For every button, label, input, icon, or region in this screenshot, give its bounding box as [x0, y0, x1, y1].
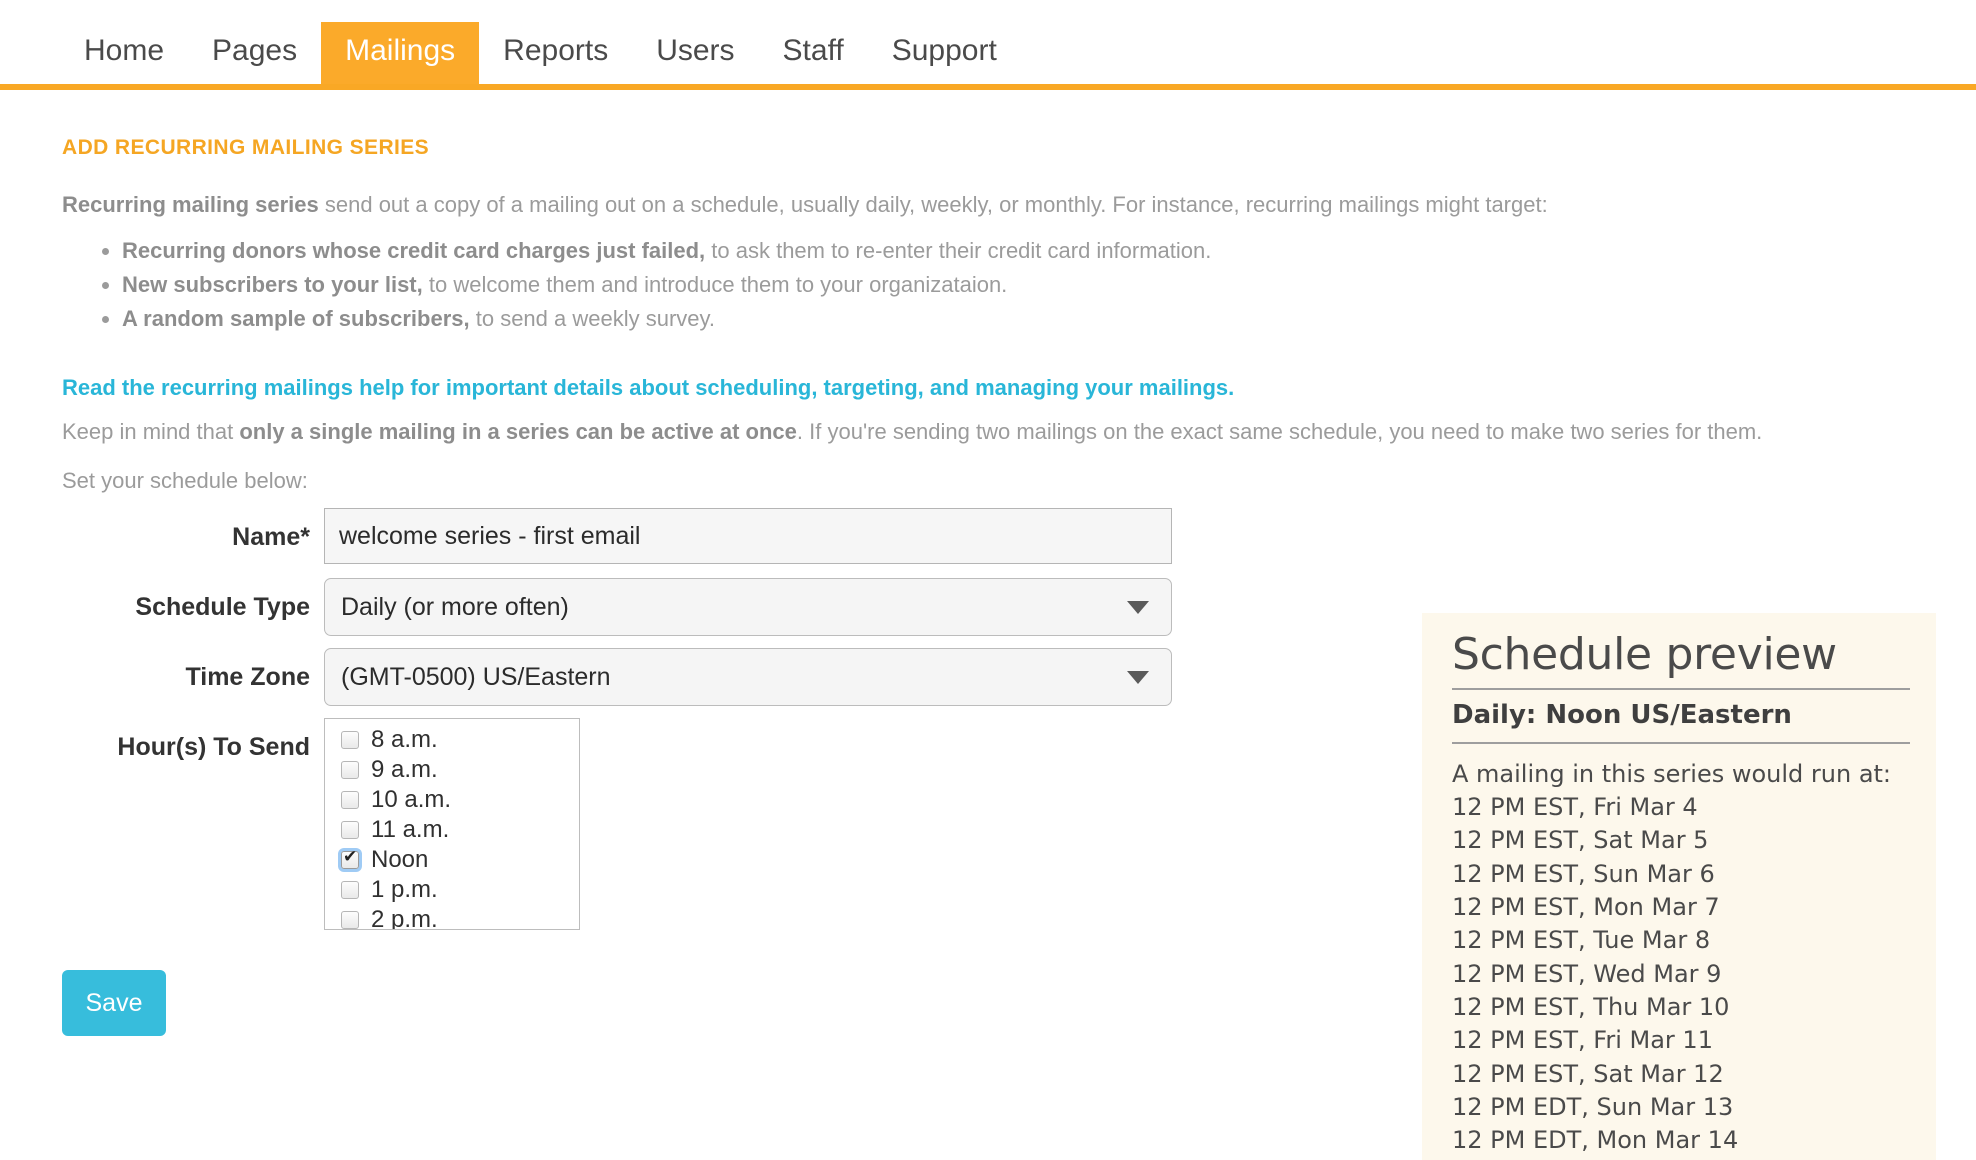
save-button[interactable]: Save: [62, 970, 166, 1036]
target-examples-list: Recurring donors whose credit card charg…: [62, 234, 1872, 336]
nav-item-mailings[interactable]: Mailings: [321, 22, 479, 84]
hour-option[interactable]: 10 a.m.: [325, 785, 579, 815]
form-row-time-zone: Time Zone (GMT-0500) US/Eastern: [62, 648, 1172, 706]
single-mailing-note: Keep in mind that only a single mailing …: [62, 417, 1862, 447]
checkbox-icon[interactable]: [341, 791, 359, 809]
schedule-preview-title: Schedule preview: [1452, 627, 1910, 690]
hour-option[interactable]: 1 p.m.: [325, 875, 579, 905]
name-label: Name*: [62, 508, 324, 566]
nav-item-reports[interactable]: Reports: [479, 22, 632, 84]
hour-option[interactable]: 8 a.m.: [325, 725, 579, 755]
list-item-rest: to send a weekly survey.: [470, 306, 715, 331]
list-item: A random sample of subscribers, to send …: [122, 302, 1872, 336]
scheduled-run-item: 12 PM EDT, Mon Mar 14: [1452, 1126, 1910, 1154]
name-input[interactable]: [324, 508, 1172, 564]
list-item: Recurring donors whose credit card charg…: [122, 234, 1872, 268]
form-row-schedule-type: Schedule Type Daily (or more often): [62, 578, 1172, 636]
scheduled-run-item: 12 PM EST, Tue Mar 8: [1452, 926, 1910, 954]
scheduled-run-item: 12 PM EST, Sat Mar 5: [1452, 826, 1910, 854]
top-navigation-bar: HomePagesMailingsReportsUsersStaffSuppor…: [0, 0, 1976, 90]
chevron-down-icon: [1127, 671, 1149, 684]
hour-option-label: 1 p.m.: [371, 878, 438, 902]
nav-item-staff[interactable]: Staff: [759, 22, 868, 84]
form-row-hours: Hour(s) To Send 8 a.m. 9 a.m. 10 a.m. 11 a.…: [62, 718, 1172, 930]
schedule-summary: Daily: Noon US/Eastern: [1452, 690, 1910, 744]
list-item-rest: to welcome them and introduce them to yo…: [423, 272, 1008, 297]
list-item-strong: Recurring donors whose credit card charg…: [122, 238, 705, 263]
intro-rest: send out a copy of a mailing out on a sc…: [319, 192, 1548, 217]
note-suffix: . If you're sending two mailings on the …: [797, 419, 1762, 444]
nav-item-support[interactable]: Support: [868, 22, 1021, 84]
hour-option-label: 2 p.m.: [371, 908, 438, 930]
page-title: ADD RECURRING MAILING SERIES: [62, 136, 1872, 160]
hours-to-send-label: Hour(s) To Send: [62, 718, 324, 776]
checkbox-icon[interactable]: [341, 731, 359, 749]
scheduled-run-item: 12 PM EST, Mon Mar 7: [1452, 893, 1910, 921]
nav-item-pages[interactable]: Pages: [188, 22, 321, 84]
checkbox-icon[interactable]: [341, 821, 359, 839]
hour-option[interactable]: 11 a.m.: [325, 815, 579, 845]
hour-option-label: 11 a.m.: [371, 818, 449, 842]
hours-to-send-listbox[interactable]: 8 a.m. 9 a.m. 10 a.m. 11 a.m. Noon 1 p.m. 2 p.…: [324, 718, 580, 930]
checkbox-icon[interactable]: [341, 911, 359, 929]
form-row-name: Name*: [62, 508, 1172, 566]
time-zone-select[interactable]: (GMT-0500) US/Eastern: [324, 648, 1172, 706]
scheduled-run-item: 12 PM EST, Fri Mar 11: [1452, 1026, 1910, 1054]
hour-option[interactable]: 2 p.m.: [325, 905, 579, 930]
recurring-mailings-help-link[interactable]: Read the recurring mailings help for imp…: [62, 374, 1872, 403]
scheduled-run-item: 12 PM EST, Thu Mar 10: [1452, 993, 1910, 1021]
checkbox-icon[interactable]: [341, 761, 359, 779]
schedule-preview-panel: Schedule preview Daily: Noon US/Eastern …: [1422, 613, 1936, 1160]
hour-option[interactable]: 9 a.m.: [325, 755, 579, 785]
time-zone-label: Time Zone: [62, 648, 324, 706]
nav-items: HomePagesMailingsReportsUsersStaffSuppor…: [60, 22, 1021, 84]
nav-item-home[interactable]: Home: [60, 22, 188, 84]
checkbox-icon[interactable]: [341, 881, 359, 899]
nav-item-users[interactable]: Users: [632, 22, 758, 84]
hour-option[interactable]: Noon: [325, 845, 579, 875]
schedule-type-value: Daily (or more often): [325, 593, 1127, 622]
list-item-strong: A random sample of subscribers,: [122, 306, 470, 331]
scheduled-run-item: 12 PM EST, Wed Mar 9: [1452, 960, 1910, 988]
schedule-type-select[interactable]: Daily (or more often): [324, 578, 1172, 636]
schedule-type-label: Schedule Type: [62, 578, 324, 636]
time-zone-value: (GMT-0500) US/Eastern: [325, 663, 1127, 692]
intro-paragraph: Recurring mailing series send out a copy…: [62, 190, 1862, 220]
list-item: New subscribers to your list, to welcome…: [122, 268, 1872, 302]
scheduled-run-item: 12 PM EST, Sat Mar 12: [1452, 1060, 1910, 1088]
note-strong: only a single mailing in a series can be…: [239, 419, 797, 444]
list-item-rest: to ask them to re-enter their credit car…: [705, 238, 1211, 263]
scheduled-run-item: 12 PM EST, Sun Mar 6: [1452, 860, 1910, 888]
hour-option-label: 9 a.m.: [371, 758, 438, 782]
hour-option-label: 10 a.m.: [371, 788, 451, 812]
scheduled-run-list: 12 PM EST, Fri Mar 4 12 PM EST, Sat Mar 5…: [1452, 793, 1910, 1160]
hour-option-label: Noon: [371, 848, 428, 872]
schedule-form: Name* Schedule Type Daily (or more often…: [62, 508, 1172, 1036]
set-schedule-label: Set your schedule below:: [62, 468, 1872, 494]
intro-strong: Recurring mailing series: [62, 192, 319, 217]
scheduled-run-item: 12 PM EDT, Sun Mar 13: [1452, 1093, 1910, 1121]
scheduled-run-item: 12 PM EST, Fri Mar 4: [1452, 793, 1910, 821]
list-item-strong: New subscribers to your list,: [122, 272, 423, 297]
hour-option-label: 8 a.m.: [371, 728, 438, 752]
schedule-preview-intro: A mailing in this series would run at:: [1452, 760, 1910, 788]
chevron-down-icon: [1127, 601, 1149, 614]
checkbox-checked-icon[interactable]: [341, 851, 359, 869]
note-prefix: Keep in mind that: [62, 419, 239, 444]
